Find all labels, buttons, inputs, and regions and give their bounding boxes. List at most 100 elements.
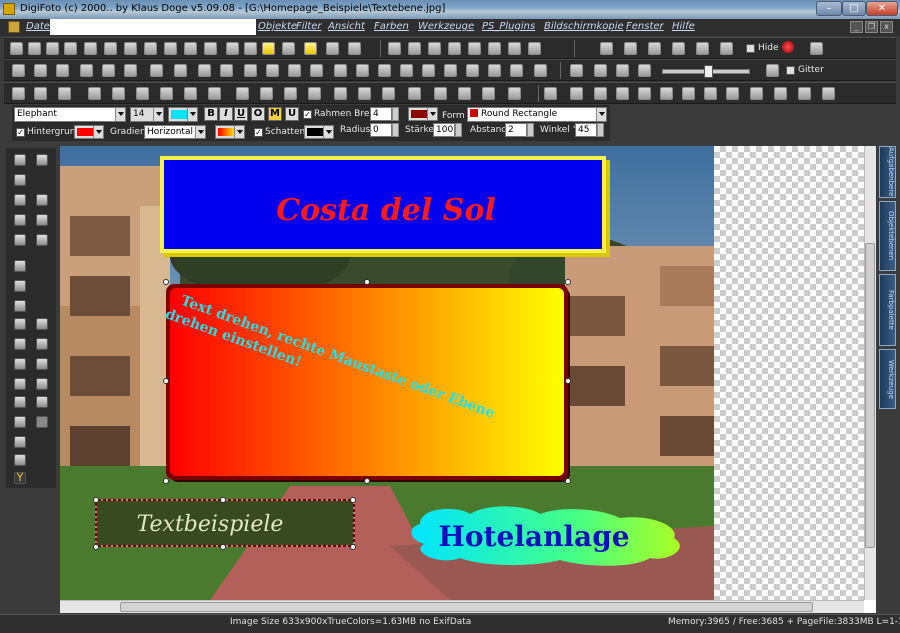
redo-icon[interactable] [12,87,25,100]
spray-tool-icon[interactable] [14,318,26,330]
underline-button[interactable]: U [234,107,248,121]
face-tool-icon[interactable] [14,454,26,466]
window-icon[interactable] [648,42,661,55]
spray2-tool-icon[interactable] [36,318,48,330]
crop-tool2-icon[interactable] [36,214,48,226]
photo-icon[interactable] [198,64,211,77]
effect5-icon[interactable] [378,64,391,77]
paste-icon[interactable] [136,87,149,100]
pencil-icon[interactable] [616,87,629,100]
shadow-color-picker[interactable] [304,125,334,139]
font-size-select[interactable]: 14 [130,107,164,122]
browse-icon[interactable] [244,42,257,55]
menu-farben[interactable]: Farben [374,21,409,32]
export-icon[interactable] [204,42,217,55]
rotate-icon[interactable] [12,64,25,77]
brush-tool-icon[interactable] [14,214,26,226]
mdi-minimize-icon[interactable]: _ [850,21,863,33]
menu-filter[interactable]: Filter [296,21,322,32]
copy-icon[interactable] [64,42,77,55]
mdi-restore-icon[interactable]: ❐ [865,21,878,33]
record-icon[interactable] [782,41,794,53]
folder2-icon[interactable] [774,87,787,100]
lock-icon[interactable] [408,87,421,100]
spray-icon[interactable] [428,42,441,55]
page-icon[interactable] [88,87,101,100]
save-as-icon[interactable] [282,42,295,55]
eyedrop-icon[interactable] [508,42,521,55]
save-icon[interactable] [262,42,275,55]
arrow-icon[interactable] [638,87,651,100]
selection-handle[interactable] [364,279,370,285]
brightness-icon[interactable] [638,64,651,77]
text-tool-icon[interactable] [482,87,495,100]
menu-objekte[interactable]: Objekte [258,21,297,32]
font-select[interactable]: Elephant [14,107,126,122]
crop-icon[interactable] [124,42,137,55]
selection-handle[interactable] [163,478,169,484]
sharpen-icon[interactable] [408,42,421,55]
layer-down-icon[interactable] [358,87,371,100]
mdi-close-icon[interactable]: x [880,21,893,33]
glass-icon[interactable] [244,64,257,77]
eyedropper-tool-icon[interactable] [14,338,26,350]
selection-handle[interactable] [565,378,571,384]
radius-input[interactable]: 0 [370,123,392,137]
paint-icon[interactable] [184,87,197,100]
pen-tool-icon[interactable] [14,280,26,292]
selection-handle[interactable] [220,544,226,550]
fullscreen-icon[interactable] [672,42,685,55]
menu-datei[interactable]: Datei [26,21,53,32]
select-tool-icon[interactable] [36,396,48,408]
ellipse-select-icon[interactable] [570,87,583,100]
selection-handle[interactable] [350,497,356,503]
cascade-icon[interactable] [720,42,733,55]
effect2-icon[interactable] [310,64,323,77]
pen-icon[interactable] [468,42,481,55]
background-checkbox[interactable]: ✓ [16,128,25,137]
diagonal-icon[interactable] [56,64,69,77]
bold-button[interactable]: B [204,107,218,121]
selection-handle[interactable] [350,544,356,550]
shape-select[interactable]: Round Rectangle [467,107,607,122]
monitor-icon[interactable] [624,42,637,55]
eraser-tool-icon[interactable] [14,358,26,370]
pipette-tool-icon[interactable] [14,436,26,448]
file-icon[interactable] [798,87,811,100]
brush-icon[interactable] [448,42,461,55]
frame-width-checkbox[interactable]: ✓ [303,110,312,119]
frame-width-spinner[interactable] [392,107,399,121]
image-icon[interactable] [434,87,447,100]
eraser3-tool-icon[interactable] [14,416,26,428]
layers-icon[interactable] [104,42,117,55]
u-button[interactable]: U [285,107,299,121]
gradient-select[interactable]: Horizontal [144,125,206,139]
clone-icon[interactable] [704,87,717,100]
app-icon[interactable] [3,3,15,15]
rect-tool-icon[interactable] [36,154,48,166]
stamp-icon[interactable] [660,87,673,100]
curve-icon[interactable] [726,87,739,100]
frame-color-picker[interactable] [408,107,438,121]
distance-input[interactable]: 2 [505,123,527,137]
selection-handle[interactable] [93,497,99,503]
chart-icon[interactable] [488,42,501,55]
undo-icon[interactable] [348,42,361,55]
cut-icon[interactable] [112,87,125,100]
new-file-icon[interactable] [10,42,23,55]
background-color-picker[interactable] [74,125,104,139]
merge-icon[interactable] [260,87,273,100]
lasso-tool-icon[interactable] [14,194,26,206]
hide-checkbox[interactable] [746,44,755,53]
close-button[interactable]: ✕ [866,1,898,16]
puzzle-icon[interactable] [80,64,93,77]
menu-ansicht[interactable]: Ansicht [328,21,365,32]
effect8-icon[interactable] [444,64,457,77]
zoom-icon[interactable] [616,64,629,77]
side-tab-werkzeuge[interactable]: Werkzeuge [879,349,896,409]
smudge-tool-icon[interactable] [14,378,26,390]
paint-bucket-tool-icon[interactable] [36,338,48,350]
selection-handle[interactable] [565,279,571,285]
menu-bildschirmkopie[interactable]: Bildschirmkopie [544,21,624,32]
magic-wand-tool-icon[interactable] [36,194,48,206]
